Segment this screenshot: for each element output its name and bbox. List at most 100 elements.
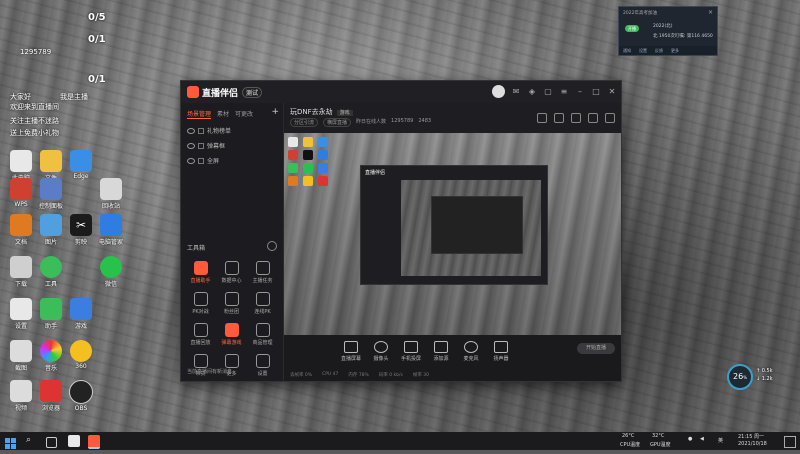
tool-item[interactable]: 设置 bbox=[247, 354, 278, 377]
stream-preview[interactable]: 直播伴侣 bbox=[284, 133, 621, 345]
capcut-icon: ✂ bbox=[70, 214, 92, 236]
tool-item[interactable]: PK对战 bbox=[185, 292, 216, 315]
minimize-icon[interactable]: – bbox=[575, 87, 585, 97]
lock-icon[interactable] bbox=[554, 113, 564, 123]
speaker-icon[interactable]: ◀ bbox=[700, 436, 704, 442]
gift-icon[interactable]: ◈ bbox=[527, 87, 537, 97]
screen-capture-button[interactable]: 直播屏幕 bbox=[338, 341, 364, 362]
desktop-icon[interactable]: 截图 bbox=[4, 340, 38, 372]
eye-icon[interactable] bbox=[187, 127, 195, 134]
speaker-icon bbox=[494, 341, 508, 353]
notification-icon[interactable] bbox=[784, 436, 796, 448]
taskbar-app-icon[interactable] bbox=[68, 435, 80, 447]
add-source-button[interactable]: + bbox=[271, 107, 279, 117]
tool-item[interactable]: 数据中心 bbox=[216, 261, 247, 284]
desktop-icon[interactable]: 电脑管家 bbox=[94, 214, 128, 246]
version-badge: 测试 bbox=[242, 86, 263, 98]
microphone-button[interactable]: 麦克风 bbox=[458, 341, 484, 362]
desktop-icon[interactable]: 浏览器 bbox=[34, 380, 68, 412]
task-view-icon[interactable] bbox=[46, 437, 57, 448]
tab-editable[interactable]: 可更改 bbox=[235, 109, 253, 119]
color-wheel-icon bbox=[40, 340, 62, 362]
maximize-icon[interactable]: □ bbox=[591, 87, 601, 97]
windows-start-icon[interactable] bbox=[5, 435, 17, 449]
preview-desktop-icons bbox=[288, 133, 334, 186]
lock-icon[interactable] bbox=[198, 157, 204, 164]
desktop-icon[interactable]: 控制面板 bbox=[34, 178, 68, 210]
mode-pill[interactable]: 横屏直播 bbox=[323, 118, 352, 127]
category-pill[interactable]: 分区引流 bbox=[290, 118, 319, 127]
desktop-icon[interactable]: WPS bbox=[4, 178, 38, 208]
gear-icon[interactable] bbox=[267, 241, 277, 251]
tool-icon bbox=[193, 354, 208, 368]
desktop-icon[interactable]: 回收站 bbox=[94, 178, 128, 210]
desktop-icon[interactable]: OBS bbox=[64, 380, 98, 412]
performance-gauge[interactable]: 26% bbox=[727, 364, 753, 390]
tab-material[interactable]: 素材 bbox=[217, 109, 229, 119]
app-title: 直播伴侣 bbox=[202, 88, 239, 99]
folder-icon bbox=[40, 150, 62, 172]
streaming-app-taskbar-icon[interactable] bbox=[88, 435, 100, 449]
desktop-icon[interactable]: Edge bbox=[64, 150, 98, 180]
clock-time[interactable]: 21:15 周一 bbox=[738, 433, 764, 440]
desktop-icon[interactable]: 设置 bbox=[4, 298, 38, 330]
menu-icon[interactable]: ≡ bbox=[559, 87, 569, 97]
desktop-icon[interactable]: 下载 bbox=[4, 256, 38, 288]
eye-icon[interactable] bbox=[187, 157, 195, 164]
desktop-icon[interactable]: 文档 bbox=[4, 214, 38, 246]
speaker-button[interactable]: 扬声器 bbox=[488, 341, 514, 362]
desktop-icon[interactable]: 工具 bbox=[34, 256, 68, 288]
input-language[interactable]: 英 bbox=[718, 437, 723, 444]
lock-icon[interactable] bbox=[198, 127, 204, 134]
bell-icon[interactable] bbox=[588, 113, 598, 123]
settings-icon[interactable] bbox=[571, 113, 581, 123]
message-icon[interactable]: ✉ bbox=[511, 87, 521, 97]
source-item[interactable]: 全屏 bbox=[181, 153, 283, 168]
clock-date[interactable]: 2021/10/18 bbox=[738, 441, 767, 447]
desktop-icon[interactable]: 视频 bbox=[4, 380, 38, 412]
popup-line: 2022(北) bbox=[653, 24, 673, 29]
tool-item[interactable]: 连线PK bbox=[247, 292, 278, 315]
add-source-control[interactable]: 添加源 bbox=[428, 341, 454, 362]
close-icon[interactable]: ✕ bbox=[607, 87, 617, 97]
start-live-button[interactable]: 开始直播 bbox=[577, 343, 615, 354]
microphone-icon bbox=[464, 341, 478, 353]
screen-icon bbox=[344, 341, 358, 353]
tab-scene[interactable]: 场景管理 bbox=[187, 109, 212, 119]
desktop-icon[interactable]: 图片 bbox=[34, 214, 68, 246]
layout-icon[interactable] bbox=[537, 113, 547, 123]
notice-text[interactable]: 当前直播间有新消息 bbox=[187, 368, 232, 375]
room-meta: 分区引流 横屏直播 昨日在线人数 1295789 2483 bbox=[290, 118, 431, 127]
desktop-icon[interactable]: 音乐 bbox=[34, 340, 68, 372]
desktop-icon[interactable]: ✂ 剪映 bbox=[64, 214, 98, 246]
tool-icon bbox=[224, 323, 239, 337]
desktop-icon[interactable]: 助手 bbox=[34, 298, 68, 330]
eye-icon[interactable] bbox=[187, 142, 195, 149]
lock-icon[interactable]: ▢ bbox=[543, 87, 553, 97]
desktop-icon[interactable]: 360 bbox=[64, 340, 98, 370]
source-item[interactable]: 礼物榜单 bbox=[181, 123, 283, 138]
tool-item[interactable]: 直播回放 bbox=[185, 323, 216, 346]
overlay-text: 关注主播不迷路 bbox=[10, 117, 59, 125]
tool-item[interactable]: 粉丝团 bbox=[216, 292, 247, 315]
user-avatar[interactable] bbox=[492, 85, 505, 98]
search-icon[interactable]: ⌕ bbox=[26, 435, 38, 447]
share-icon[interactable] bbox=[605, 113, 615, 123]
tool-item[interactable]: 直播助手 bbox=[185, 261, 216, 284]
tool-item[interactable]: 主播任务 bbox=[247, 261, 278, 284]
lock-icon[interactable] bbox=[198, 142, 204, 149]
tool-item[interactable]: 商品管理 bbox=[247, 323, 278, 346]
close-icon[interactable]: × bbox=[708, 9, 713, 16]
camera-icon bbox=[374, 341, 388, 353]
overlay-counter: 0/5 bbox=[88, 12, 106, 23]
phone-cast-button[interactable]: 手机投屏 bbox=[398, 341, 424, 362]
camera-button[interactable]: 摄像头 bbox=[368, 341, 394, 362]
main-panel: 玩DNF去永劫游戏 分区引流 横屏直播 昨日在线人数 1295789 2483 bbox=[284, 103, 621, 381]
source-item[interactable]: 弹幕框 bbox=[181, 138, 283, 153]
tool-item[interactable]: 弹幕游戏 bbox=[216, 323, 247, 346]
microphone-icon[interactable]: ● bbox=[688, 436, 692, 442]
desktop-icon[interactable]: 微信 bbox=[94, 256, 128, 288]
desktop-icon[interactable]: 游戏 bbox=[64, 298, 98, 330]
wechat-icon bbox=[100, 256, 122, 278]
room-tag[interactable]: 游戏 bbox=[336, 110, 353, 116]
